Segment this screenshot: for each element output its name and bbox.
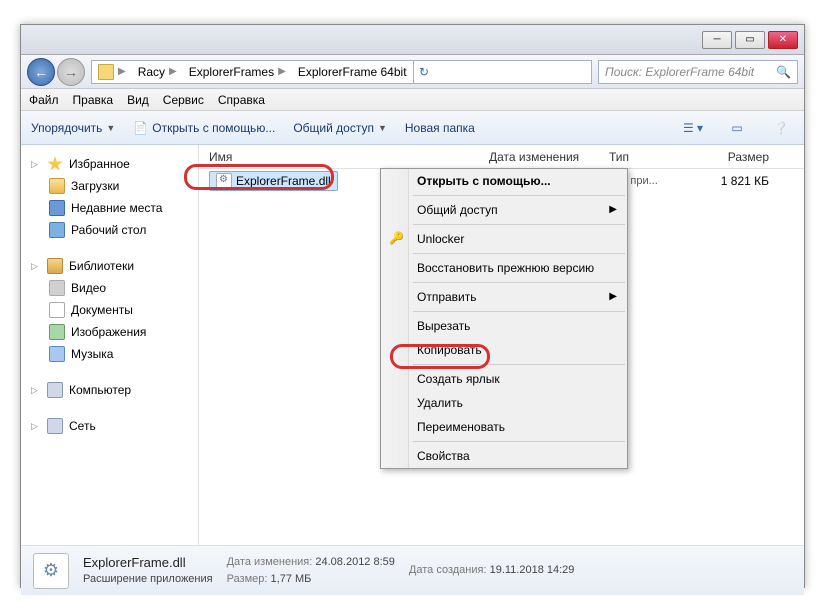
organize-button[interactable]: Упорядочить▼	[31, 121, 115, 135]
sidebar-item-documents[interactable]: Документы	[25, 299, 194, 321]
context-menu: Открыть с помощью... Общий доступ▶ 🔑Unlo…	[380, 168, 628, 469]
document-icon	[49, 302, 65, 318]
close-button[interactable]: ✕	[768, 31, 798, 49]
menu-edit[interactable]: Правка	[73, 93, 114, 107]
breadcrumb-seg[interactable]: ExplorerFrames	[189, 65, 274, 79]
menu-tools[interactable]: Сервис	[163, 93, 204, 107]
details-mod-value: 24.08.2012 8:59	[315, 556, 395, 568]
sidebar-item-video[interactable]: Видео	[25, 277, 194, 299]
star-icon	[47, 156, 63, 172]
titlebar: ─ ▭ ✕	[21, 25, 804, 55]
computer-icon	[47, 382, 63, 398]
folder-icon	[98, 64, 114, 80]
ctx-delete[interactable]: Удалить	[381, 391, 627, 415]
sidebar-item-recent[interactable]: Недавние места	[25, 197, 194, 219]
col-name[interactable]: Имя	[199, 150, 479, 164]
music-icon	[49, 346, 65, 362]
col-date[interactable]: Дата изменения	[479, 150, 599, 164]
col-type[interactable]: Тип	[599, 150, 689, 164]
ctx-share[interactable]: Общий доступ▶	[381, 198, 627, 222]
refresh-button[interactable]: ↻	[413, 60, 435, 84]
breadcrumb[interactable]: ▶ Racy▶ ExplorerFrames▶ ExplorerFrame 64…	[91, 60, 592, 84]
details-filetype: Расширение приложения	[83, 572, 213, 587]
open-with-button[interactable]: 📄Открыть с помощью...	[133, 121, 275, 135]
details-size-value: 1,77 МБ	[271, 573, 312, 585]
desktop-icon	[49, 222, 65, 238]
sidebar-item-desktop[interactable]: Рабочий стол	[25, 219, 194, 241]
unlocker-icon: 🔑	[389, 231, 405, 247]
breadcrumb-seg[interactable]: ExplorerFrame 64bit	[298, 65, 407, 79]
video-icon	[49, 280, 65, 296]
maximize-button[interactable]: ▭	[735, 31, 765, 49]
sidebar-network[interactable]: ▷Сеть	[25, 415, 194, 437]
preview-pane-button[interactable]: ▭	[724, 117, 750, 139]
sidebar-item-music[interactable]: Музыка	[25, 343, 194, 365]
new-folder-button[interactable]: Новая папка	[405, 121, 475, 135]
sidebar-favorites[interactable]: ▷Избранное	[25, 153, 194, 175]
menubar: Файл Правка Вид Сервис Справка	[21, 89, 804, 111]
network-icon	[47, 418, 63, 434]
ctx-restore[interactable]: Восстановить прежнюю версию	[381, 256, 627, 280]
menu-view[interactable]: Вид	[127, 93, 149, 107]
search-icon: 🔍	[776, 65, 791, 79]
navbar: ← → ▶ Racy▶ ExplorerFrames▶ ExplorerFram…	[21, 55, 804, 89]
search-placeholder: Поиск: ExplorerFrame 64bit	[605, 65, 754, 79]
recent-icon	[49, 200, 65, 216]
file-size: 1 821 КБ	[689, 174, 779, 188]
menu-help[interactable]: Справка	[218, 93, 265, 107]
ctx-shortcut[interactable]: Создать ярлык	[381, 367, 627, 391]
details-mod-label: Дата изменения:	[227, 556, 313, 568]
forward-button[interactable]: →	[57, 58, 85, 86]
sidebar: ▷Избранное Загрузки Недавние места Рабоч…	[21, 145, 199, 545]
column-headers: Имя Дата изменения Тип Размер	[199, 145, 804, 169]
file-name: ExplorerFrame.dll	[236, 174, 331, 188]
ctx-copy[interactable]: Копировать	[381, 338, 627, 362]
details-filename: ExplorerFrame.dll	[83, 554, 213, 572]
ctx-properties[interactable]: Свойства	[381, 444, 627, 468]
library-icon	[47, 258, 63, 274]
sidebar-item-images[interactable]: Изображения	[25, 321, 194, 343]
folder-icon	[49, 178, 65, 194]
details-created-label: Дата создания:	[409, 564, 487, 576]
ctx-rename[interactable]: Переименовать	[381, 415, 627, 439]
search-input[interactable]: Поиск: ExplorerFrame 64bit 🔍	[598, 60, 798, 84]
breadcrumb-seg[interactable]: Racy	[138, 65, 165, 79]
image-icon	[49, 324, 65, 340]
menu-file[interactable]: Файл	[29, 93, 59, 107]
ctx-unlocker[interactable]: 🔑Unlocker	[381, 227, 627, 251]
ctx-send-to[interactable]: Отправить▶	[381, 285, 627, 309]
col-size[interactable]: Размер	[689, 150, 779, 164]
share-button[interactable]: Общий доступ▼	[293, 121, 387, 135]
ctx-open-with[interactable]: Открыть с помощью...	[381, 169, 627, 193]
sidebar-item-downloads[interactable]: Загрузки	[25, 175, 194, 197]
back-button[interactable]: ←	[27, 58, 55, 86]
toolbar: Упорядочить▼ 📄Открыть с помощью... Общий…	[21, 111, 804, 145]
sidebar-libraries[interactable]: ▷Библиотеки	[25, 255, 194, 277]
details-created-value: 19.11.2018 14:29	[490, 564, 575, 576]
dll-icon	[216, 173, 232, 189]
ctx-cut[interactable]: Вырезать	[381, 314, 627, 338]
details-size-label: Размер:	[227, 573, 268, 585]
minimize-button[interactable]: ─	[702, 31, 732, 49]
file-large-icon: ⚙	[33, 553, 69, 589]
help-button[interactable]: ❔	[768, 117, 794, 139]
view-options-button[interactable]: ☰ ▾	[680, 117, 706, 139]
sidebar-computer[interactable]: ▷Компьютер	[25, 379, 194, 401]
details-pane: ⚙ ExplorerFrame.dll Расширение приложени…	[21, 545, 804, 595]
